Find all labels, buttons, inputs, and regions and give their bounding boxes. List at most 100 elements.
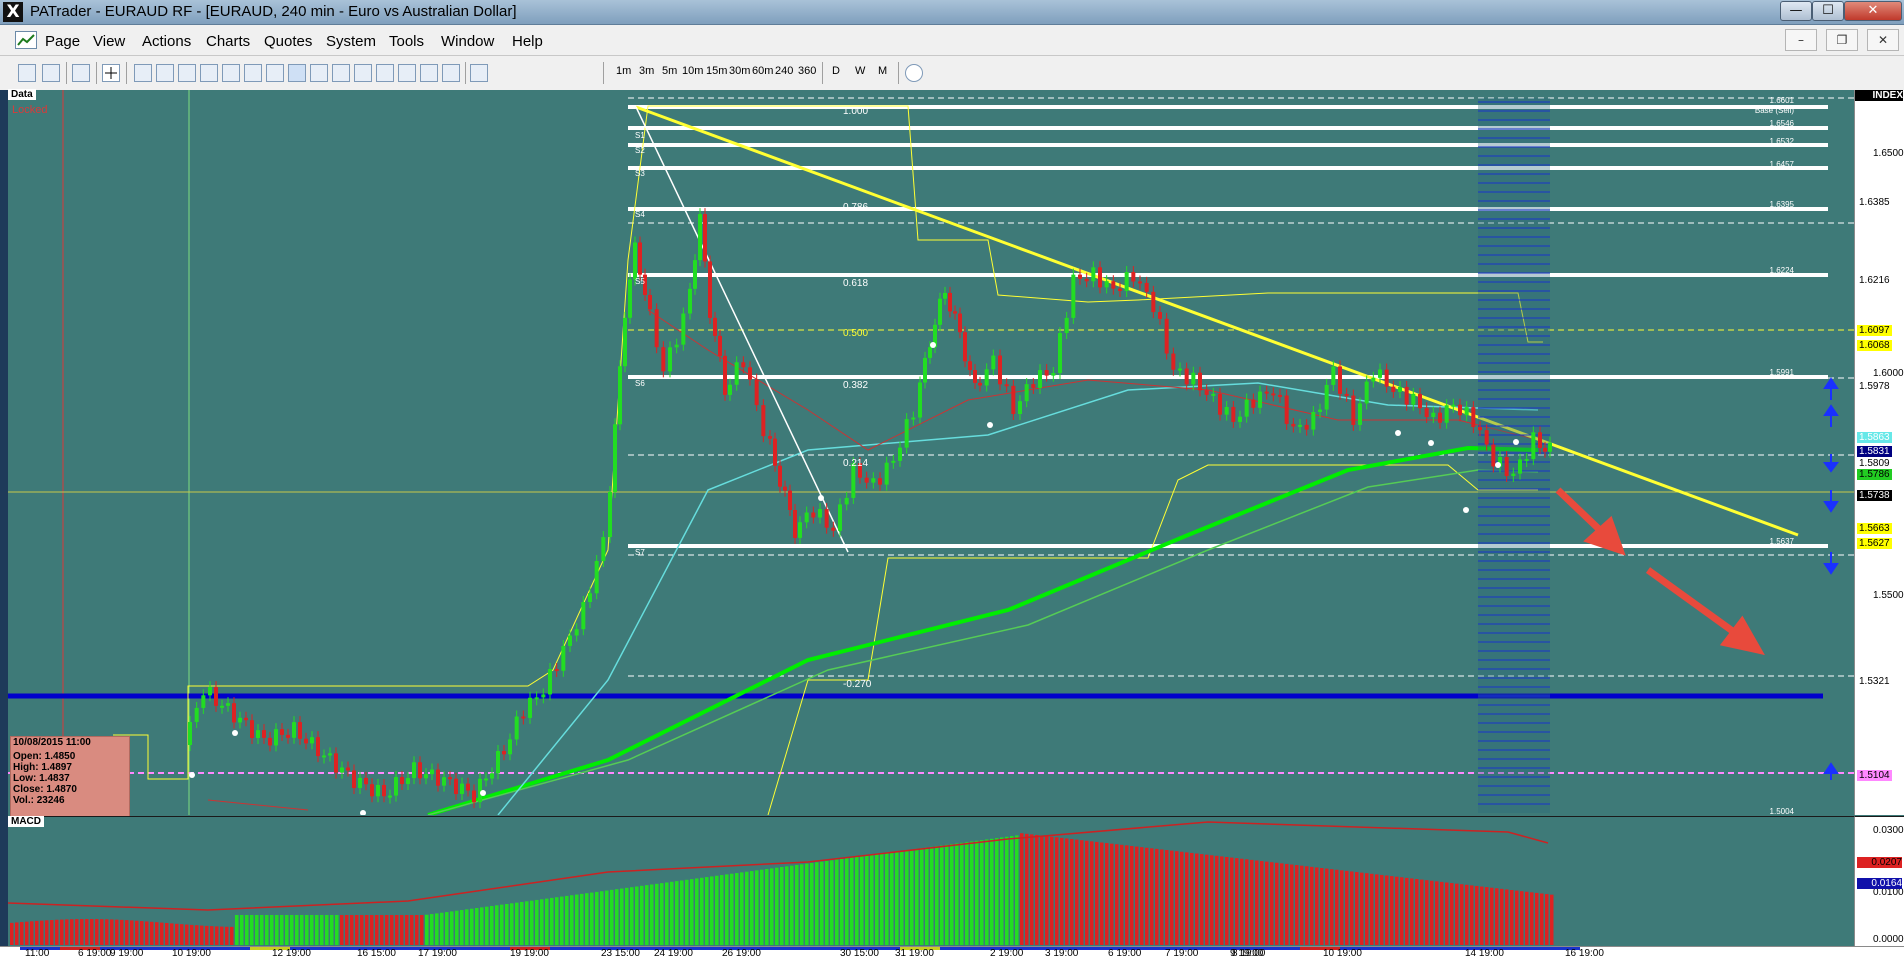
price-tag: 1.5738 xyxy=(1857,490,1892,501)
price-tag: 1.5627 xyxy=(1857,538,1892,549)
fib-label-0786: 0.786 xyxy=(843,202,868,213)
macd-tick-0300: 0.0300 xyxy=(1873,825,1904,836)
timeframe-30m[interactable]: 30m xyxy=(729,65,750,77)
macd-pane[interactable] xyxy=(8,816,1854,947)
timeframe-weekly[interactable]: W xyxy=(855,65,865,77)
zoom-out-icon[interactable] xyxy=(42,64,60,82)
price-tag: 1.5786 xyxy=(1857,469,1892,480)
base-sell-label: Base (Sell) xyxy=(1755,106,1794,115)
gann-icon[interactable] xyxy=(266,64,284,82)
channel-icon[interactable] xyxy=(222,64,240,82)
trend-line-icon[interactable] xyxy=(200,64,218,82)
price-tag: 1.6068 xyxy=(1857,340,1892,351)
timeframe-15m[interactable]: 15m xyxy=(706,65,727,77)
menu-help[interactable]: Help xyxy=(512,33,543,50)
level-16532-label: 1.6532 xyxy=(1770,137,1795,146)
mdi-minimize-button[interactable]: – xyxy=(1785,29,1817,51)
time-tick: 6 19:00 xyxy=(78,948,112,959)
menu-system[interactable]: System xyxy=(326,33,376,50)
index-label: INDEX xyxy=(1855,90,1903,101)
menu-tools[interactable]: Tools xyxy=(389,33,424,50)
fib-label-1000: 1.000 xyxy=(843,106,868,117)
timeframe-3m[interactable]: 3m xyxy=(639,65,654,77)
regression-icon[interactable] xyxy=(442,64,460,82)
fibonacci-fan-icon[interactable] xyxy=(332,64,350,82)
level-s1-label: S1 xyxy=(635,131,645,140)
timeframe-5m[interactable]: 5m xyxy=(662,65,677,77)
timeframe-10m[interactable]: 10m xyxy=(682,65,703,77)
pencil-icon[interactable] xyxy=(470,64,488,82)
menu-actions[interactable]: Actions xyxy=(142,33,191,50)
left-edge-strip xyxy=(0,90,8,946)
rectangle-icon[interactable] xyxy=(288,64,306,82)
level-s6-label: S6 xyxy=(635,379,645,388)
mdi-restore-button[interactable]: ❐ xyxy=(1826,29,1858,51)
info-date: 10/08/2015 11:00 xyxy=(13,737,91,748)
vertical-line-icon[interactable] xyxy=(178,64,196,82)
price-chart-canvas[interactable]: 1.000 0.786 0.618 0.500 0.382 0.214 -0.2… xyxy=(8,90,1854,815)
price-tag: 1.5809 xyxy=(1857,458,1892,469)
menu-view[interactable]: View xyxy=(93,33,125,50)
info-high: High: 1.4897 xyxy=(13,762,72,773)
time-tick: 10 19:00 xyxy=(172,948,211,959)
fib-label-0500: 0.500 xyxy=(843,328,868,339)
price-tag: 1.5663 xyxy=(1857,523,1892,534)
maximize-button[interactable]: ☐ xyxy=(1812,1,1844,21)
timeframe-240[interactable]: 240 xyxy=(775,65,793,77)
price-tag: 1.6097 xyxy=(1857,325,1892,336)
timeframe-360[interactable]: 360 xyxy=(798,65,816,77)
level-16546-label: 1.6546 xyxy=(1770,119,1795,128)
close-button[interactable]: ✕ xyxy=(1844,1,1902,21)
pointer-icon[interactable] xyxy=(134,64,152,82)
level-s3-label: S3 xyxy=(635,169,645,178)
minimize-button[interactable]: — xyxy=(1780,1,1812,21)
level-s5-label: S5 xyxy=(635,277,645,286)
price-tag: 1.5831 xyxy=(1857,446,1892,457)
timeframe-1m[interactable]: 1m xyxy=(616,65,631,77)
macd-canvas[interactable] xyxy=(8,817,1854,947)
menu-page[interactable]: Page xyxy=(45,33,80,50)
mdi-close-button[interactable]: ✕ xyxy=(1867,29,1899,51)
level-16395-label: 1.6395 xyxy=(1770,200,1795,209)
time-tick: 10 19:00 xyxy=(1323,948,1362,959)
indicator-icon[interactable] xyxy=(72,64,90,82)
horizontal-line-icon[interactable] xyxy=(156,64,174,82)
app-icon: X xyxy=(3,2,23,22)
time-tick: 16 15:00 xyxy=(357,948,396,959)
info-open: Open: 1.4850 xyxy=(13,751,76,762)
info-low: Low: 1.4837 xyxy=(13,773,70,784)
time-axis[interactable]: 11:00 6 19:00 9 19:00 10 19:00 12 19:00 16 15… xyxy=(0,946,1904,964)
timeframe-60m[interactable]: 60m xyxy=(752,65,773,77)
text-tool-icon[interactable] xyxy=(376,64,394,82)
timeframe-monthly[interactable]: M xyxy=(878,65,887,77)
price-tick-16000: 1.6000 xyxy=(1873,368,1904,379)
fib-label-0214: 0.214 xyxy=(843,458,868,469)
time-tick: 14 19:00 xyxy=(1465,948,1504,959)
info-close: Close: 1.4870 xyxy=(13,784,77,795)
time-tick: 12 19:00 xyxy=(272,948,311,959)
timeframe-daily[interactable]: D xyxy=(832,65,840,77)
level-s2-label: S2 xyxy=(635,146,645,155)
time-tick: 11:00 xyxy=(25,948,50,959)
fibonacci-timezone-icon[interactable] xyxy=(354,64,372,82)
clock-icon[interactable] xyxy=(905,64,923,82)
zoom-in-icon[interactable] xyxy=(18,64,36,82)
fibonacci-retracement-icon[interactable] xyxy=(310,64,328,82)
price-tag: 1.5978 xyxy=(1857,381,1892,392)
toolbar: 1m 3m 5m 10m 15m 30m 60m 240 360 D W M xyxy=(0,56,1904,91)
menu-window[interactable]: Window xyxy=(441,33,494,50)
delete-drawing-icon[interactable] xyxy=(420,64,438,82)
chart-window-icon[interactable] xyxy=(15,31,37,49)
time-tick: 6 19:00 xyxy=(1108,948,1142,959)
menu-quotes[interactable]: Quotes xyxy=(264,33,312,50)
andrews-pitchfork-icon[interactable] xyxy=(398,64,416,82)
level-15004-label: 1.5004 xyxy=(1770,807,1795,815)
price-chart[interactable]: 1.000 0.786 0.618 0.500 0.382 0.214 -0.2… xyxy=(8,90,1854,815)
title-bar: X PATrader - EURAUD RF - [EURAUD, 240 mi… xyxy=(0,0,1904,25)
fan-icon[interactable] xyxy=(244,64,262,82)
crosshair-icon[interactable] xyxy=(102,64,120,82)
price-tag: 1.6216 xyxy=(1857,275,1892,286)
price-tick-16500: 1.6500 xyxy=(1873,148,1904,159)
level-16224-label: 1.6224 xyxy=(1770,266,1795,275)
menu-charts[interactable]: Charts xyxy=(206,33,250,50)
